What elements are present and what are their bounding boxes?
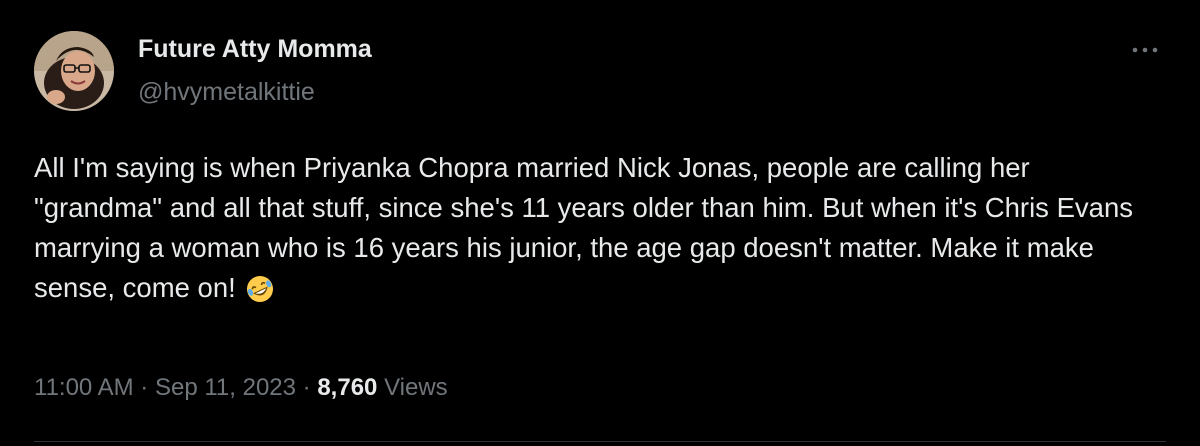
tweet-text: All I'm saying is when Priyanka Chopra m… xyxy=(34,152,1134,303)
user-handle[interactable]: @hvymetalkittie xyxy=(138,78,315,107)
avatar[interactable] xyxy=(34,31,114,111)
display-name[interactable]: Future Atty Momma xyxy=(138,35,372,64)
more-options-button[interactable] xyxy=(1128,36,1162,64)
profile-photo-icon xyxy=(34,31,114,111)
tweet-meta: 11:00 AM · Sep 11, 2023 · 8,760 Views xyxy=(34,374,448,402)
views-count: 8,760 xyxy=(317,374,378,401)
rolling-on-the-floor-laughing-emoji xyxy=(245,274,275,315)
views-label: Views xyxy=(384,374,448,401)
tweet-time[interactable]: 11:00 AM xyxy=(34,374,134,401)
separator: · xyxy=(302,374,311,401)
separator: · xyxy=(140,374,149,401)
tweet-body: All I'm saying is when Priyanka Chopra m… xyxy=(34,148,1134,315)
tweet-date[interactable]: Sep 11, 2023 xyxy=(155,374,296,401)
tweet-card: Future Atty Momma @hvymetalkittie All I'… xyxy=(0,0,1200,446)
divider xyxy=(34,441,1166,442)
more-options-icon xyxy=(1132,47,1158,53)
